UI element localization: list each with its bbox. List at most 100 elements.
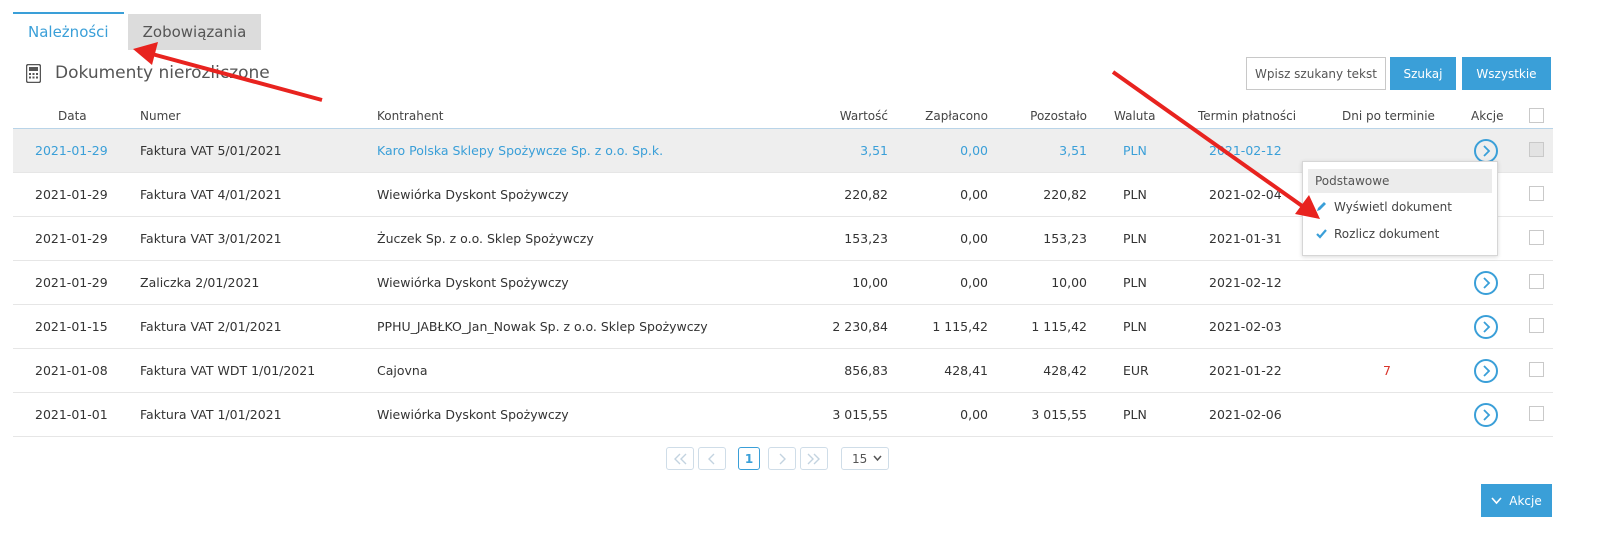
cell-date: 2021-01-01	[35, 407, 108, 422]
row-checkbox[interactable]	[1529, 362, 1544, 377]
cell-contractor[interactable]: Karo Polska Sklepy Spożywcze Sp. z o.o. …	[377, 143, 663, 158]
select-all-checkbox[interactable]	[1529, 108, 1544, 123]
row-actions-button[interactable]	[1474, 139, 1498, 163]
cell-paid: 0,00	[960, 275, 988, 290]
cell-value: 2 230,84	[832, 319, 888, 334]
row-checkbox[interactable]	[1529, 318, 1544, 333]
page-button-current[interactable]: 1	[738, 447, 760, 470]
chevron-down-icon	[1491, 496, 1502, 505]
col-header-numer[interactable]: Numer	[140, 109, 181, 123]
col-header-kontrahent[interactable]: Kontrahent	[377, 109, 444, 123]
menu-section-header: Podstawowe	[1308, 169, 1492, 193]
cell-days-overdue: 7	[1383, 363, 1391, 378]
section-heading: Dokumenty nierozliczone	[26, 63, 270, 83]
cell-due-date: 2021-02-03	[1209, 319, 1282, 334]
table-row[interactable]: 2021-01-01 Faktura VAT 1/01/2021 Wiewiórka…	[13, 393, 1553, 437]
menu-item-view-document[interactable]: Wyświetl dokument	[1308, 193, 1492, 220]
chevron-right-icon	[1483, 321, 1491, 333]
cell-paid: 0,00	[960, 407, 988, 422]
tab-naleznosci[interactable]: Należności	[13, 12, 124, 50]
cell-paid: 0,00	[960, 187, 988, 202]
prev-page-button[interactable]	[698, 447, 726, 470]
calculator-icon	[26, 63, 41, 83]
cell-paid: 428,41	[944, 363, 988, 378]
cell-due-date: 2021-01-22	[1209, 363, 1282, 378]
search-input[interactable]	[1246, 57, 1386, 90]
row-actions-button[interactable]	[1474, 403, 1498, 427]
col-header-wartosc[interactable]: Wartość	[840, 109, 888, 123]
row-checkbox[interactable]	[1529, 230, 1544, 245]
col-header-pozostalo[interactable]: Pozostało	[1030, 109, 1087, 123]
cell-date: 2021-01-29	[35, 275, 108, 290]
menu-item-settle-document[interactable]: Rozlicz dokument	[1308, 220, 1492, 247]
cell-contractor: Wiewiórka Dyskont Spożywczy	[377, 275, 569, 290]
cell-value: 856,83	[844, 363, 888, 378]
chevron-right-icon	[779, 453, 786, 464]
cell-number: Faktura VAT 4/01/2021	[140, 187, 282, 202]
cell-number: Faktura VAT WDT 1/01/2021	[140, 363, 316, 378]
next-page-button[interactable]	[768, 447, 796, 470]
cell-currency: PLN	[1123, 143, 1147, 158]
row-actions-menu: Podstawowe Wyświetl dokument Rozlicz dok…	[1302, 161, 1498, 256]
chevron-right-icon	[1483, 409, 1491, 421]
cell-remaining: 3,51	[1059, 143, 1087, 158]
cell-date: 2021-01-29	[35, 231, 108, 246]
page-size-select[interactable]: 15	[841, 447, 889, 470]
col-header-akcje: Akcje	[1471, 109, 1504, 123]
chevron-left-icon	[708, 453, 715, 464]
row-actions-button[interactable]	[1474, 315, 1498, 339]
row-actions-button[interactable]	[1474, 271, 1498, 295]
table-header: Data Numer Kontrahent Wartość Zapłacono …	[13, 104, 1553, 129]
cell-currency: PLN	[1123, 231, 1147, 246]
bulk-actions-label: Akcje	[1509, 493, 1542, 508]
cell-contractor: Wiewiórka Dyskont Spożywczy	[377, 407, 569, 422]
menu-item-label: Wyświetl dokument	[1334, 199, 1452, 214]
tab-bar: Należności Zobowiązania	[13, 12, 262, 50]
cell-remaining: 10,00	[1051, 275, 1087, 290]
cell-date: 2021-01-15	[35, 319, 108, 334]
cell-due-date: 2021-02-12	[1209, 143, 1282, 158]
table-row[interactable]: 2021-01-08 Faktura VAT WDT 1/01/2021 Cajov…	[13, 349, 1553, 393]
last-page-button[interactable]	[800, 447, 828, 470]
cell-due-date: 2021-02-06	[1209, 407, 1282, 422]
cell-remaining: 220,82	[1043, 187, 1087, 202]
chevron-right-icon	[1483, 365, 1491, 377]
col-header-zaplacono[interactable]: Zapłacono	[925, 109, 988, 123]
cell-number: Faktura VAT 2/01/2021	[140, 319, 282, 334]
col-header-dni[interactable]: Dni po terminie	[1342, 109, 1435, 123]
cell-currency: PLN	[1123, 187, 1147, 202]
first-page-button[interactable]	[666, 447, 694, 470]
cell-currency: PLN	[1123, 407, 1147, 422]
cell-currency: PLN	[1123, 275, 1147, 290]
cell-remaining: 153,23	[1043, 231, 1087, 246]
search-button[interactable]: Szukaj	[1390, 57, 1456, 90]
row-checkbox[interactable]	[1529, 274, 1544, 289]
cell-remaining: 3 015,55	[1031, 407, 1087, 422]
page-title: Dokumenty nierozliczone	[55, 63, 270, 83]
bulk-actions-button[interactable]: Akcje	[1481, 484, 1552, 517]
row-checkbox[interactable]	[1529, 142, 1544, 157]
cell-contractor: PPHU_JABŁKO_Jan_Nowak Sp. z o.o. Sklep S…	[377, 319, 708, 334]
pencil-icon	[1316, 201, 1328, 212]
cell-remaining: 1 115,42	[1031, 319, 1087, 334]
double-chevron-left-icon	[674, 453, 687, 464]
cell-value: 3 015,55	[832, 407, 888, 422]
row-actions-button[interactable]	[1474, 359, 1498, 383]
cell-number: Faktura VAT 1/01/2021	[140, 407, 282, 422]
row-checkbox[interactable]	[1529, 406, 1544, 421]
col-header-termin[interactable]: Termin płatności	[1198, 109, 1296, 123]
cell-number: Faktura VAT 3/01/2021	[140, 231, 282, 246]
documents-table: Data Numer Kontrahent Wartość Zapłacono …	[13, 104, 1553, 437]
cell-due-date: 2021-02-12	[1209, 275, 1282, 290]
cell-contractor: Cajovna	[377, 363, 428, 378]
col-header-data[interactable]: Data	[58, 109, 87, 123]
chevron-down-icon	[873, 455, 882, 462]
row-checkbox[interactable]	[1529, 186, 1544, 201]
cell-value: 10,00	[852, 275, 888, 290]
cell-value: 3,51	[860, 143, 888, 158]
show-all-button[interactable]: Wszystkie	[1462, 57, 1551, 90]
table-row[interactable]: 2021-01-15 Faktura VAT 2/01/2021 PPHU_JABŁ…	[13, 305, 1553, 349]
tab-zobowiazania[interactable]: Zobowiązania	[127, 14, 262, 50]
col-header-waluta[interactable]: Waluta	[1114, 109, 1155, 123]
table-row[interactable]: 2021-01-29 Zaliczka 2/01/2021 Wiewiórka Dy…	[13, 261, 1553, 305]
